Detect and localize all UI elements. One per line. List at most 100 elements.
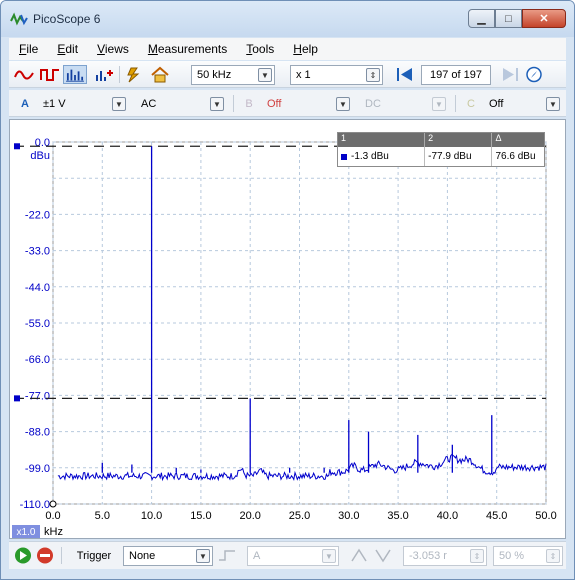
timebase-value: 50 kHz bbox=[197, 69, 232, 81]
y-tick-label: -44.0 bbox=[25, 282, 50, 294]
channel-a-options[interactable]: A bbox=[15, 94, 35, 113]
zoom-stepper[interactable]: x 1 ⇕ bbox=[290, 65, 383, 85]
trigger-label: Trigger bbox=[76, 549, 112, 562]
chevron-down-icon: ▼ bbox=[258, 68, 272, 82]
capture-position-value: 197 of 197 bbox=[430, 69, 482, 81]
channel-a-coupling-select[interactable]: AC ▼ bbox=[135, 94, 227, 114]
chevron-down-icon: ▼ bbox=[112, 97, 126, 111]
window-title: PicoScope 6 bbox=[33, 12, 101, 26]
timebase-select[interactable]: 50 kHz ▼ bbox=[191, 65, 275, 85]
channel-a-range-select[interactable]: ±1 V ▼ bbox=[37, 94, 129, 114]
spectrum-mode-icon[interactable] bbox=[63, 65, 87, 84]
trigger-mode-value: None bbox=[129, 550, 156, 562]
menu-edit[interactable]: Edit bbox=[57, 42, 78, 56]
title-bar: PicoScope 6 ▁ □ ✕ bbox=[1, 1, 574, 37]
channel-b-range-select[interactable]: Off ▼ bbox=[261, 94, 353, 114]
ruler-2-header: 2 bbox=[425, 133, 493, 147]
x-tick-label: 50.0 bbox=[535, 510, 556, 522]
channel-b-coupling-select[interactable]: DC ▼ bbox=[359, 94, 449, 114]
falling-edge-icon[interactable] bbox=[373, 546, 393, 565]
x-tick-label: 35.0 bbox=[387, 510, 408, 522]
capture-position[interactable]: 197 of 197 bbox=[421, 65, 491, 85]
main-toolbar: 50 kHz ▼ x 1 ⇕ 197 of 197 bbox=[9, 61, 566, 88]
channel-c-range-select[interactable]: Off ▼ bbox=[483, 94, 563, 114]
next-capture-icon[interactable] bbox=[499, 65, 521, 84]
ruler-1-value: -1.3 dBu bbox=[351, 151, 389, 162]
trigger-level-value: -3.053 r bbox=[409, 550, 447, 562]
channel-b-coupling-value: DC bbox=[365, 98, 381, 110]
stop-capture-icon[interactable] bbox=[35, 546, 55, 565]
chevron-down-icon: ▼ bbox=[336, 97, 350, 111]
y-unit-label: dBu bbox=[30, 150, 50, 162]
ruler-2-value: -77.9 dBu bbox=[425, 147, 493, 166]
app-window: PicoScope 6 ▁ □ ✕ File Edit Views Measureme… bbox=[0, 0, 575, 580]
trigger-edge-icon[interactable] bbox=[217, 546, 237, 565]
y-tick-label: -88.0 bbox=[25, 427, 50, 439]
menu-help[interactable]: Help bbox=[293, 42, 318, 56]
trigger-mode-select[interactable]: None ▼ bbox=[123, 546, 213, 566]
y-tick-label: -99.0 bbox=[25, 463, 50, 475]
ruler-legend[interactable]: 1 2 Δ -1.3 dBu -77.9 dBu 76.6 dBu bbox=[337, 132, 545, 167]
channel-toolbar: A ±1 V ▼ AC ▼ B Off ▼ DC ▼ C Off ▼ bbox=[9, 90, 566, 117]
spectrum-plot[interactable]: 0.0 -22.0 -33.0 -44.0 -55.0 -66.0 -77.0 -88.0 -9… bbox=[10, 120, 565, 538]
trigger-source-select[interactable]: A ▼ bbox=[247, 546, 339, 566]
home-icon[interactable] bbox=[149, 65, 171, 84]
ruler-1-cell: -1.3 dBu bbox=[338, 147, 426, 166]
start-capture-icon[interactable] bbox=[13, 546, 33, 565]
rising-edge-icon[interactable] bbox=[349, 546, 369, 565]
chevron-down-icon: ▼ bbox=[432, 97, 446, 111]
ruler-1-header: 1 bbox=[338, 133, 426, 147]
x-tick-label: 15.0 bbox=[190, 510, 211, 522]
x-tick-label: 20.0 bbox=[239, 510, 260, 522]
zoom-value: x 1 bbox=[296, 69, 311, 81]
y-tick-label: -66.0 bbox=[25, 354, 50, 366]
origin-marker bbox=[49, 500, 57, 508]
menu-file[interactable]: File bbox=[19, 42, 38, 56]
x-tick-label: 45.0 bbox=[486, 510, 507, 522]
close-button[interactable]: ✕ bbox=[522, 9, 566, 28]
channel-a-range-value: ±1 V bbox=[43, 98, 66, 110]
chevron-down-icon: ▼ bbox=[322, 549, 336, 563]
y-tick-label: -22.0 bbox=[25, 209, 50, 221]
menu-bar: File Edit Views Measurements Tools Help bbox=[9, 38, 566, 60]
menu-tools[interactable]: Tools bbox=[246, 42, 274, 56]
spectrum-view[interactable]: 0.0 -22.0 -33.0 -44.0 -55.0 -66.0 -77.0 -88.0 -9… bbox=[9, 119, 566, 539]
x-unit-label: kHz bbox=[44, 526, 63, 538]
y-tick-label: -55.0 bbox=[25, 318, 50, 330]
menu-views[interactable]: Views bbox=[97, 42, 129, 56]
pretrigger-value: 50 % bbox=[499, 550, 525, 562]
signal-generator-icon[interactable] bbox=[123, 65, 145, 84]
ruler-delta-value: 76.6 dBu bbox=[495, 151, 536, 162]
channel-c-options[interactable]: C bbox=[461, 94, 481, 113]
channel-a-label: A bbox=[21, 97, 29, 110]
trigger-source-value: A bbox=[253, 550, 261, 562]
noise-floor-trace bbox=[57, 453, 547, 482]
x-tick-label: 40.0 bbox=[437, 510, 458, 522]
channel-b-range-value: Off bbox=[267, 98, 282, 110]
chevron-down-icon: ▼ bbox=[196, 549, 210, 563]
chevron-down-icon: ▼ bbox=[210, 97, 224, 111]
navigator-icon[interactable] bbox=[523, 65, 545, 84]
menu-measurements[interactable]: Measurements bbox=[148, 42, 227, 56]
channel-b-options[interactable]: B bbox=[239, 94, 259, 113]
persistence-mode-icon[interactable] bbox=[39, 65, 61, 84]
channel-c-range-value: Off bbox=[489, 98, 504, 110]
channel-b-label: B bbox=[245, 97, 253, 110]
scope-mode-icon[interactable] bbox=[13, 65, 37, 84]
channel-c-label: C bbox=[467, 97, 475, 110]
channel-a-marker bbox=[341, 153, 347, 160]
trigger-level-stepper[interactable]: -3.053 r ⇕ bbox=[403, 546, 487, 566]
ruler-handle-2 bbox=[14, 395, 20, 402]
chevron-down-icon: ▼ bbox=[546, 97, 560, 111]
capture-toolbar: Trigger None ▼ A ▼ -3.053 r ⇕ 50 % ⇕ bbox=[9, 541, 566, 569]
ruler-handle-1 bbox=[14, 143, 20, 150]
previous-capture-icon[interactable] bbox=[394, 65, 416, 84]
x-tick-label: 30.0 bbox=[338, 510, 359, 522]
pretrigger-stepper[interactable]: 50 % ⇕ bbox=[493, 546, 563, 566]
stepper-icon: ⇕ bbox=[470, 549, 484, 563]
minimize-button[interactable]: ▁ bbox=[468, 9, 495, 28]
add-spectrum-view-icon[interactable] bbox=[93, 65, 115, 84]
maximize-button[interactable]: □ bbox=[495, 9, 522, 28]
picoscope-logo-icon bbox=[10, 12, 28, 26]
ruler-legend-header: 1 2 Δ bbox=[338, 133, 544, 147]
